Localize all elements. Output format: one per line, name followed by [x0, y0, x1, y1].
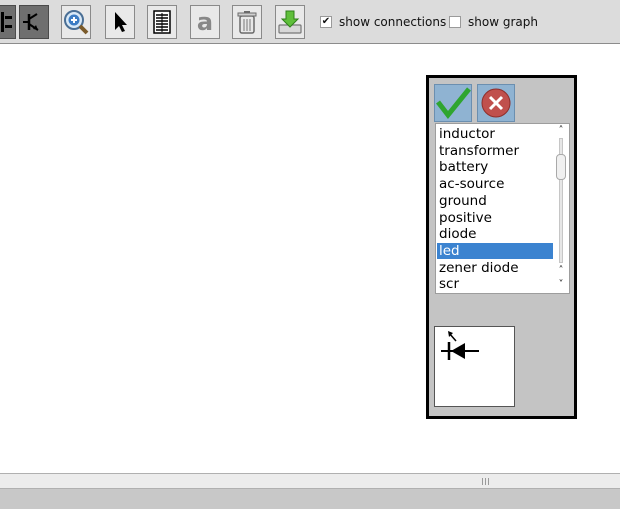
status-bar	[0, 489, 620, 509]
wire-tool-button[interactable]	[147, 5, 177, 39]
scroll-up-icon[interactable]: ˄	[553, 125, 569, 137]
letter-a-icon: a	[197, 9, 213, 35]
transistor-icon	[23, 13, 39, 31]
component-icon	[1, 12, 12, 32]
component-list[interactable]: inductor transformer battery ac-source groun…	[435, 123, 570, 294]
scroll-thumb[interactable]	[556, 154, 566, 180]
svg-text:a: a	[197, 9, 213, 35]
scroll-down-icon[interactable]: ˅	[553, 279, 569, 291]
download-tray-icon	[278, 10, 302, 34]
show-graph-checkbox[interactable]	[449, 16, 461, 28]
text-tool-button[interactable]: a	[190, 5, 220, 39]
show-connections-label: show connections	[339, 15, 447, 29]
show-connections-checkbox[interactable]: ✔	[320, 16, 332, 28]
arrow-pointer-icon	[115, 12, 127, 32]
list-item[interactable]: ac-source	[437, 176, 553, 192]
list-item[interactable]: transformer	[437, 143, 553, 159]
scroll-grip-icon[interactable]	[481, 478, 491, 485]
list-item[interactable]: battery	[437, 159, 553, 175]
list-item[interactable]: led	[437, 242, 553, 259]
magnifier-plus-icon	[64, 10, 89, 35]
trash-can-icon	[237, 11, 257, 34]
list-item[interactable]: inductor	[437, 126, 553, 142]
red-x-icon	[481, 88, 511, 118]
export-tool-button[interactable]	[275, 5, 305, 39]
list-item[interactable]: positive	[437, 210, 553, 226]
list-scrollbar[interactable]: ˄ ˄ ˅	[553, 124, 569, 293]
green-check-icon	[436, 87, 471, 120]
transistor-tool-button[interactable]	[19, 5, 49, 39]
list-item[interactable]: ground	[437, 193, 553, 209]
select-tool-button[interactable]	[105, 5, 135, 39]
component-panel: inductor transformer battery ac-source groun…	[426, 75, 577, 419]
toolbar: a ✔ show connections show graph	[0, 0, 620, 44]
cancel-button[interactable]	[477, 84, 515, 122]
component-preview	[434, 326, 515, 407]
list-item[interactable]: scr	[437, 276, 553, 292]
bus-lines-icon	[153, 10, 171, 34]
show-graph-label: show graph	[468, 15, 538, 29]
zoom-tool-button[interactable]	[61, 5, 91, 39]
led-symbol-icon	[441, 331, 479, 360]
list-item[interactable]: diode	[437, 226, 553, 242]
horizontal-scrollbar[interactable]	[0, 473, 620, 489]
delete-tool-button[interactable]	[232, 5, 262, 39]
component-tool-button[interactable]	[0, 5, 16, 39]
list-item[interactable]: zener diode	[437, 260, 553, 276]
ok-button[interactable]	[434, 84, 472, 122]
scroll-up-icon-lower[interactable]: ˄	[553, 265, 569, 277]
